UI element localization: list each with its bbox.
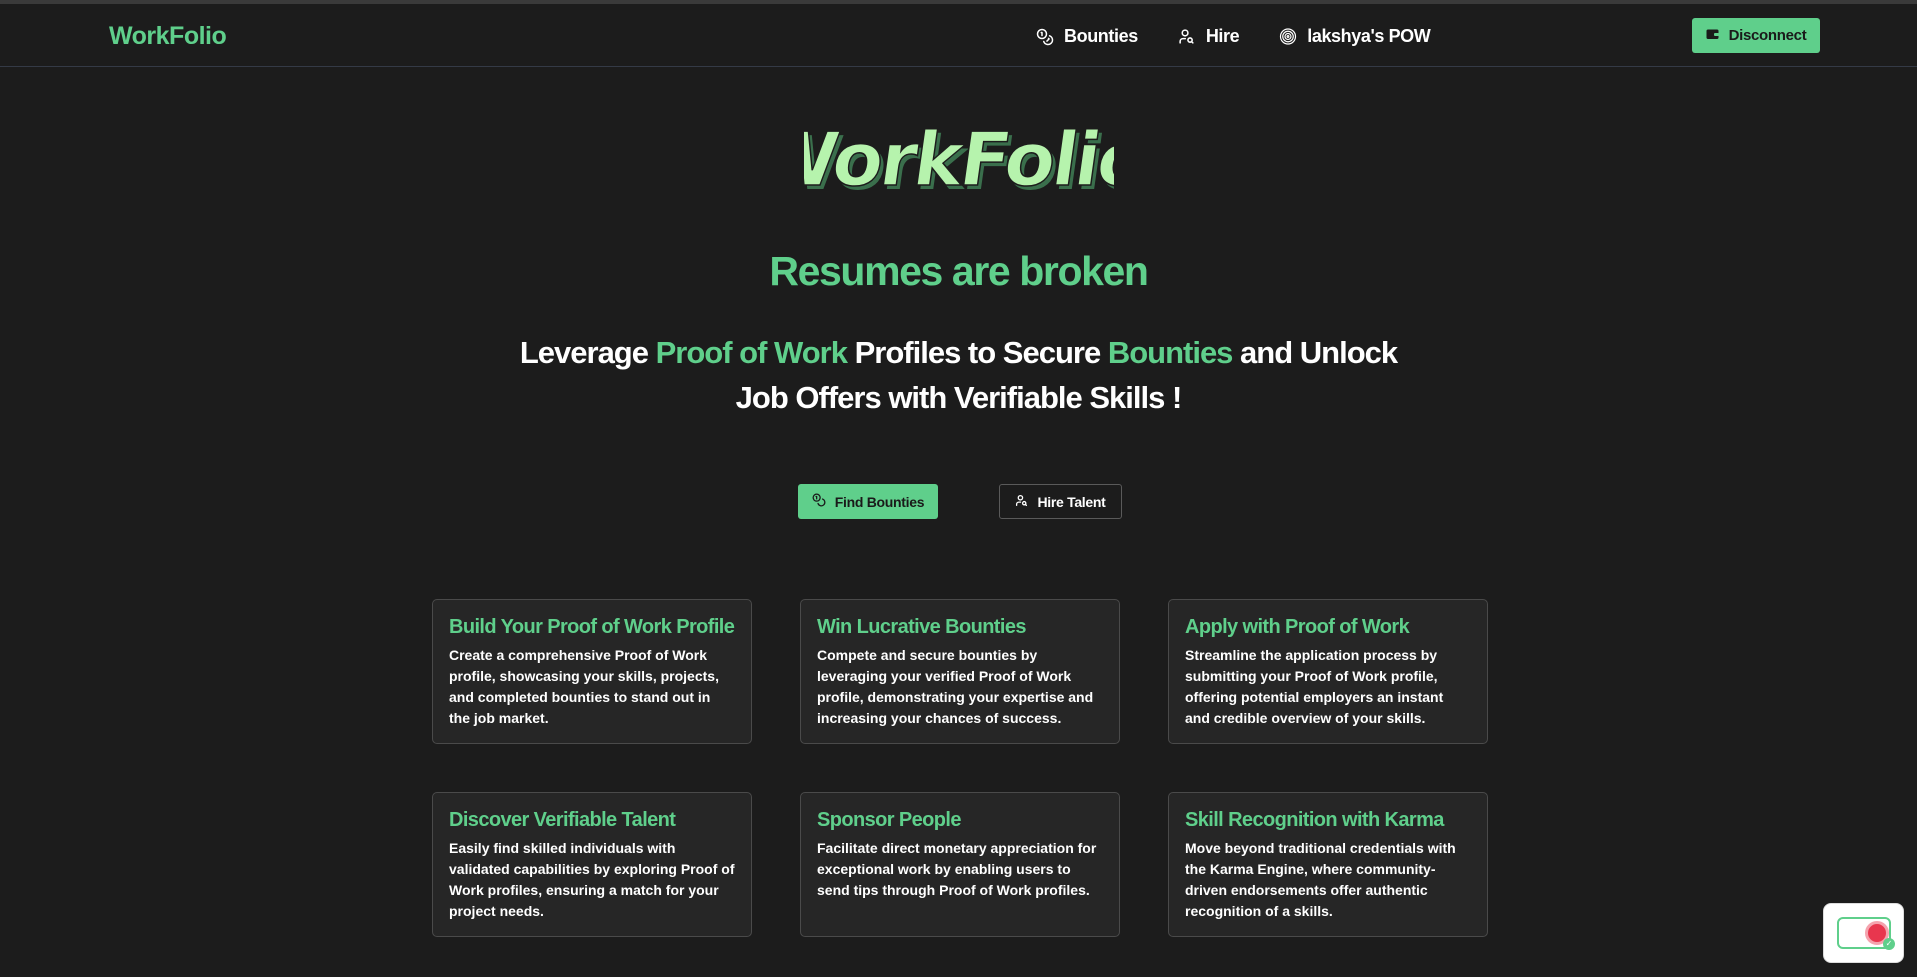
feature-card-title: Skill Recognition with Karma [1185,809,1444,831]
feature-card-body: Streamline the application process by su… [1185,647,1444,726]
hero-logo: WorkFolio WorkFolio [0,118,1917,203]
disconnect-button[interactable]: Disconnect [1692,18,1820,53]
feature-card-title: Apply with Proof of Work [1185,616,1410,638]
coins-icon [812,493,826,510]
hero-subline: Leverage Proof of Work Profiles to Secur… [500,330,1417,420]
nav-link-bounties[interactable]: Bounties [1036,26,1138,47]
nav-link-label: Hire [1205,26,1240,46]
brand-logo-link[interactable]: WorkFolio [109,22,227,51]
disconnect-label: Disconnect [1728,27,1807,44]
check-icon: ✓ [1883,938,1895,950]
workfolio-wordmark: WorkFolio WorkFolio [804,118,1114,198]
feature-card-title: Discover Verifiable Talent [449,809,676,831]
fingerprint-icon [1279,28,1297,46]
feature-card: Discover Verifiable Talent Easily find s… [432,792,752,937]
nav-link-label: Bounties [1064,26,1138,46]
svg-text:WorkFolio: WorkFolio [804,118,1114,198]
subline-text: Leverage [519,335,656,370]
feature-card-body: Easily find skilled individuals with val… [449,840,735,919]
nav-link-label: lakshya's POW [1307,26,1431,46]
floating-widget-button[interactable]: ✓ [1823,903,1904,963]
coins-icon [1036,28,1054,46]
top-navbar: WorkFolio Bounties Hire lakshya's POW Di… [0,4,1917,67]
wallet-icon [1706,27,1719,44]
hero-tagline: Resumes are broken [769,248,1149,294]
feature-card-title: Build Your Proof of Work Profile [449,616,735,638]
feature-card-body: Facilitate direct monetary appreciation … [817,840,1097,898]
feature-card: Sponsor People Facilitate direct monetar… [800,792,1120,937]
subline-highlight-proof-of-work: Proof of Work [655,335,848,370]
find-bounties-button[interactable]: Find Bounties [798,484,938,519]
nav-link-pow[interactable]: lakshya's POW [1279,26,1431,47]
feature-card: Apply with Proof of Work Streamline the … [1168,599,1488,744]
user-search-icon [1015,494,1028,510]
feature-card: Win Lucrative Bounties Compete and secur… [800,599,1120,744]
feature-card-body: Compete and secure bounties by leveragin… [817,647,1094,726]
hire-talent-label: Hire Talent [1037,493,1106,510]
feature-card-title: Sponsor People [817,809,961,831]
nav-links: Bounties Hire lakshya's POW [1036,26,1470,47]
feature-card-title: Win Lucrative Bounties [817,616,1026,638]
nav-link-hire[interactable]: Hire [1178,26,1240,47]
subline-text: Profiles to Secure [846,335,1108,370]
user-search-icon [1178,28,1196,46]
feature-card-body: Create a comprehensive Proof of Work pro… [449,647,719,726]
feature-card: Build Your Proof of Work Profile Create … [432,599,752,744]
subline-highlight-bounties: Bounties [1107,335,1234,370]
feature-card: Skill Recognition with Karma Move beyond… [1168,792,1488,937]
hire-talent-button[interactable]: Hire Talent [999,484,1122,519]
find-bounties-label: Find Bounties [834,493,925,510]
feature-card-body: Move beyond traditional credentials with… [1185,840,1456,919]
